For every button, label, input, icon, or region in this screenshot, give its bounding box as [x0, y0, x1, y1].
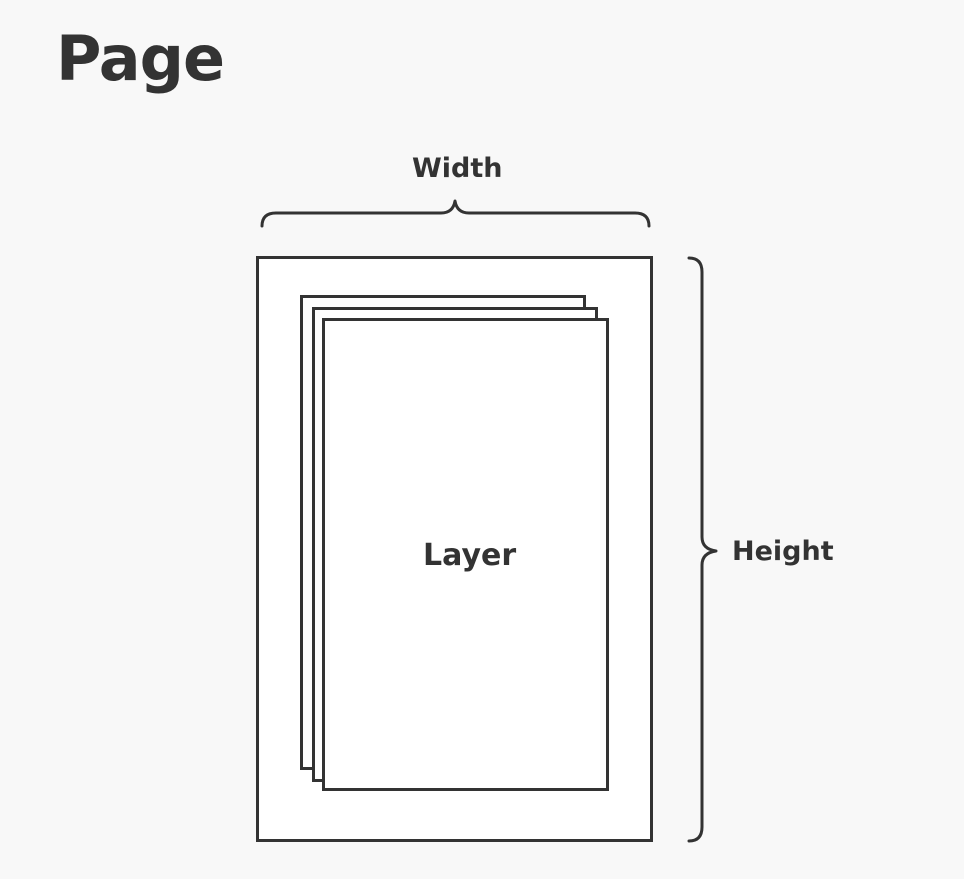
height-label: Height — [732, 536, 834, 567]
layer-label: Layer — [423, 538, 517, 573]
